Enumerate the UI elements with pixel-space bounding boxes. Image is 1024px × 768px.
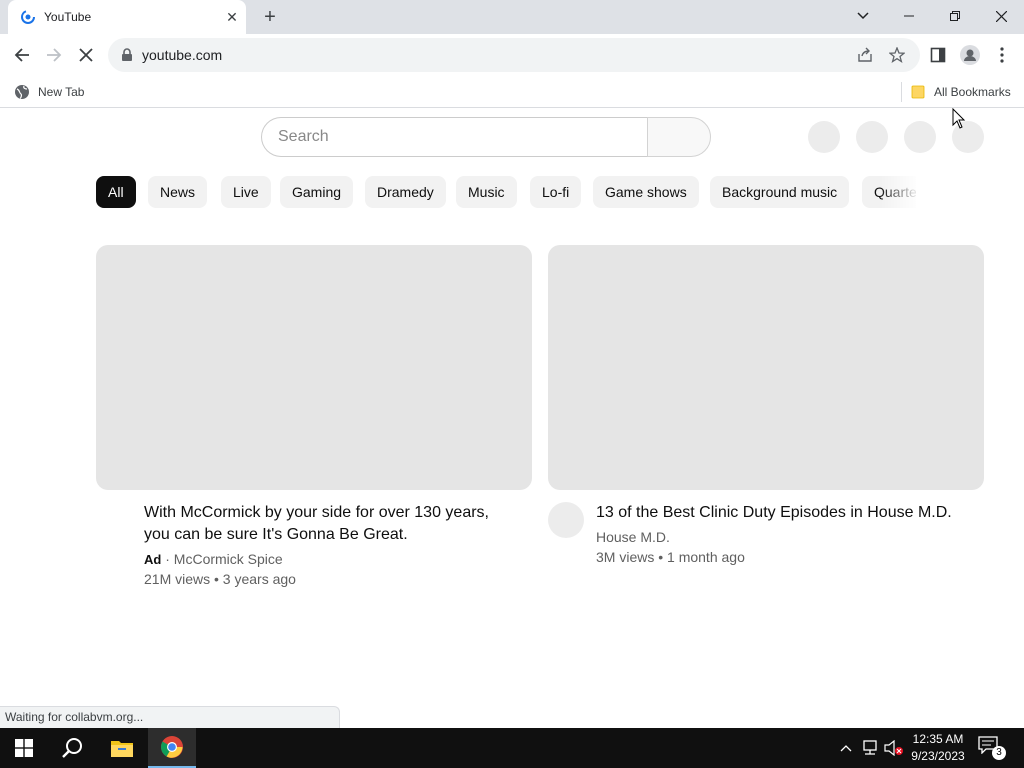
all-bookmarks-button[interactable]: All Bookmarks <box>911 82 1011 102</box>
clock-date: 9/23/2023 <box>911 749 965 763</box>
action-center-button[interactable]: 3 <box>978 736 1006 760</box>
folder-icon <box>911 85 925 99</box>
bookmark-star-icon[interactable] <box>888 46 906 64</box>
youtube-page: Search All News Live Gaming Dramedy Musi… <box>0 109 1024 728</box>
clock-time: 12:35 AM <box>912 732 964 746</box>
search-icon <box>62 738 82 758</box>
video-title[interactable]: 13 of the Best Clinic Duty Episodes in H… <box>596 502 976 524</box>
ad-badge: Ad <box>144 552 162 567</box>
url-text[interactable]: youtube.com <box>142 47 222 63</box>
tab-strip: YouTube ✕ + <box>0 0 1024 34</box>
search-taskbar-button[interactable] <box>48 728 96 768</box>
video-stats: 21M views • 3 years ago <box>144 571 296 587</box>
profile-button[interactable] <box>956 41 984 69</box>
bullet: · <box>165 551 174 567</box>
close-icon <box>995 10 1007 22</box>
filter-chips-bar: All News Live Gaming Dramedy Music Lo-fi… <box>96 176 916 208</box>
chrome-icon <box>161 736 183 758</box>
bookmarks-divider <box>901 82 902 102</box>
chip-all[interactable]: All <box>96 176 136 208</box>
chip-live[interactable]: Live <box>221 176 271 208</box>
windows-logo-icon <box>15 739 33 757</box>
arrow-left-icon <box>14 48 29 62</box>
globe-icon <box>15 85 29 100</box>
chip-gaming[interactable]: Gaming <box>280 176 354 208</box>
minimize-button[interactable] <box>889 2 929 30</box>
tab-youtube[interactable]: YouTube ✕ <box>8 0 246 34</box>
search-button[interactable] <box>647 117 711 157</box>
restore-icon <box>950 11 960 21</box>
lock-icon <box>122 48 132 61</box>
browser-toolbar: youtube.com <box>0 34 1024 76</box>
chips-fade-overlay <box>880 176 920 208</box>
profile-icon <box>960 45 980 65</box>
status-bubble: Waiting for collabvm.org... <box>0 706 340 728</box>
network-icon[interactable] <box>860 738 880 758</box>
channel-name[interactable]: McCormick Spice <box>174 551 283 567</box>
chip-background-music[interactable]: Background music <box>710 176 850 208</box>
chevron-up-icon[interactable] <box>836 738 856 758</box>
video-thumbnail[interactable] <box>548 245 984 490</box>
tab-close-icon[interactable]: ✕ <box>224 9 240 25</box>
bookmarks-bar: New Tab All Bookmarks <box>0 76 1024 108</box>
start-button[interactable] <box>0 728 48 768</box>
notification-count-badge: 3 <box>992 746 1006 760</box>
menu-button[interactable] <box>988 41 1016 69</box>
video-channel-line: Ad · McCormick Spice <box>144 549 283 570</box>
chip-news[interactable]: News <box>148 176 208 208</box>
share-icon[interactable] <box>856 46 874 64</box>
side-panel-button[interactable] <box>924 41 952 69</box>
chip-lo-fi[interactable]: Lo-fi <box>530 176 582 208</box>
file-explorer-button[interactable] <box>98 728 146 768</box>
chip-music[interactable]: Music <box>456 176 517 208</box>
forward-button[interactable] <box>40 41 68 69</box>
header-placeholder-icon[interactable] <box>904 121 936 153</box>
tab-search-button[interactable] <box>843 2 883 30</box>
restore-button[interactable] <box>935 2 975 30</box>
close-icon <box>79 48 93 62</box>
minimize-icon <box>904 15 914 17</box>
taskbar: 12:35 AM 9/23/2023 3 <box>0 728 1024 768</box>
new-tab-button[interactable]: + <box>258 5 282 29</box>
bookmark-new-tab[interactable]: New Tab <box>14 82 84 102</box>
address-bar[interactable]: youtube.com <box>108 38 920 72</box>
side-panel-icon <box>930 47 946 63</box>
mouse-cursor-icon <box>952 108 966 129</box>
video-thumbnail[interactable] <box>96 245 532 490</box>
close-window-button[interactable] <box>981 2 1021 30</box>
loading-icon <box>21 10 35 24</box>
chip-game-shows[interactable]: Game shows <box>593 176 699 208</box>
arrow-right-icon <box>47 48 62 62</box>
chip-dramedy[interactable]: Dramedy <box>365 176 446 208</box>
system-clock[interactable]: 12:35 AM 9/23/2023 <box>906 731 970 765</box>
volume-muted-icon[interactable] <box>884 738 904 758</box>
all-bookmarks-label: All Bookmarks <box>934 85 1011 99</box>
tab-title: YouTube <box>44 10 92 24</box>
video-title[interactable]: With McCormick by your side for over 130… <box>144 502 514 546</box>
header-placeholder-icon[interactable] <box>808 121 840 153</box>
video-stats: 3M views • 1 month ago <box>596 549 745 565</box>
header-placeholder-icon[interactable] <box>856 121 888 153</box>
back-button[interactable] <box>8 41 36 69</box>
chrome-taskbar-button[interactable] <box>148 728 196 768</box>
more-vert-icon <box>1000 47 1004 63</box>
search-input[interactable]: Search <box>261 117 648 157</box>
channel-name[interactable]: House M.D. <box>596 527 670 547</box>
chevron-down-icon <box>857 12 869 20</box>
folder-icon <box>111 741 133 757</box>
channel-avatar[interactable] <box>548 502 584 538</box>
search-placeholder: Search <box>278 128 329 145</box>
bookmark-label: New Tab <box>38 85 85 99</box>
stop-button[interactable] <box>72 41 100 69</box>
